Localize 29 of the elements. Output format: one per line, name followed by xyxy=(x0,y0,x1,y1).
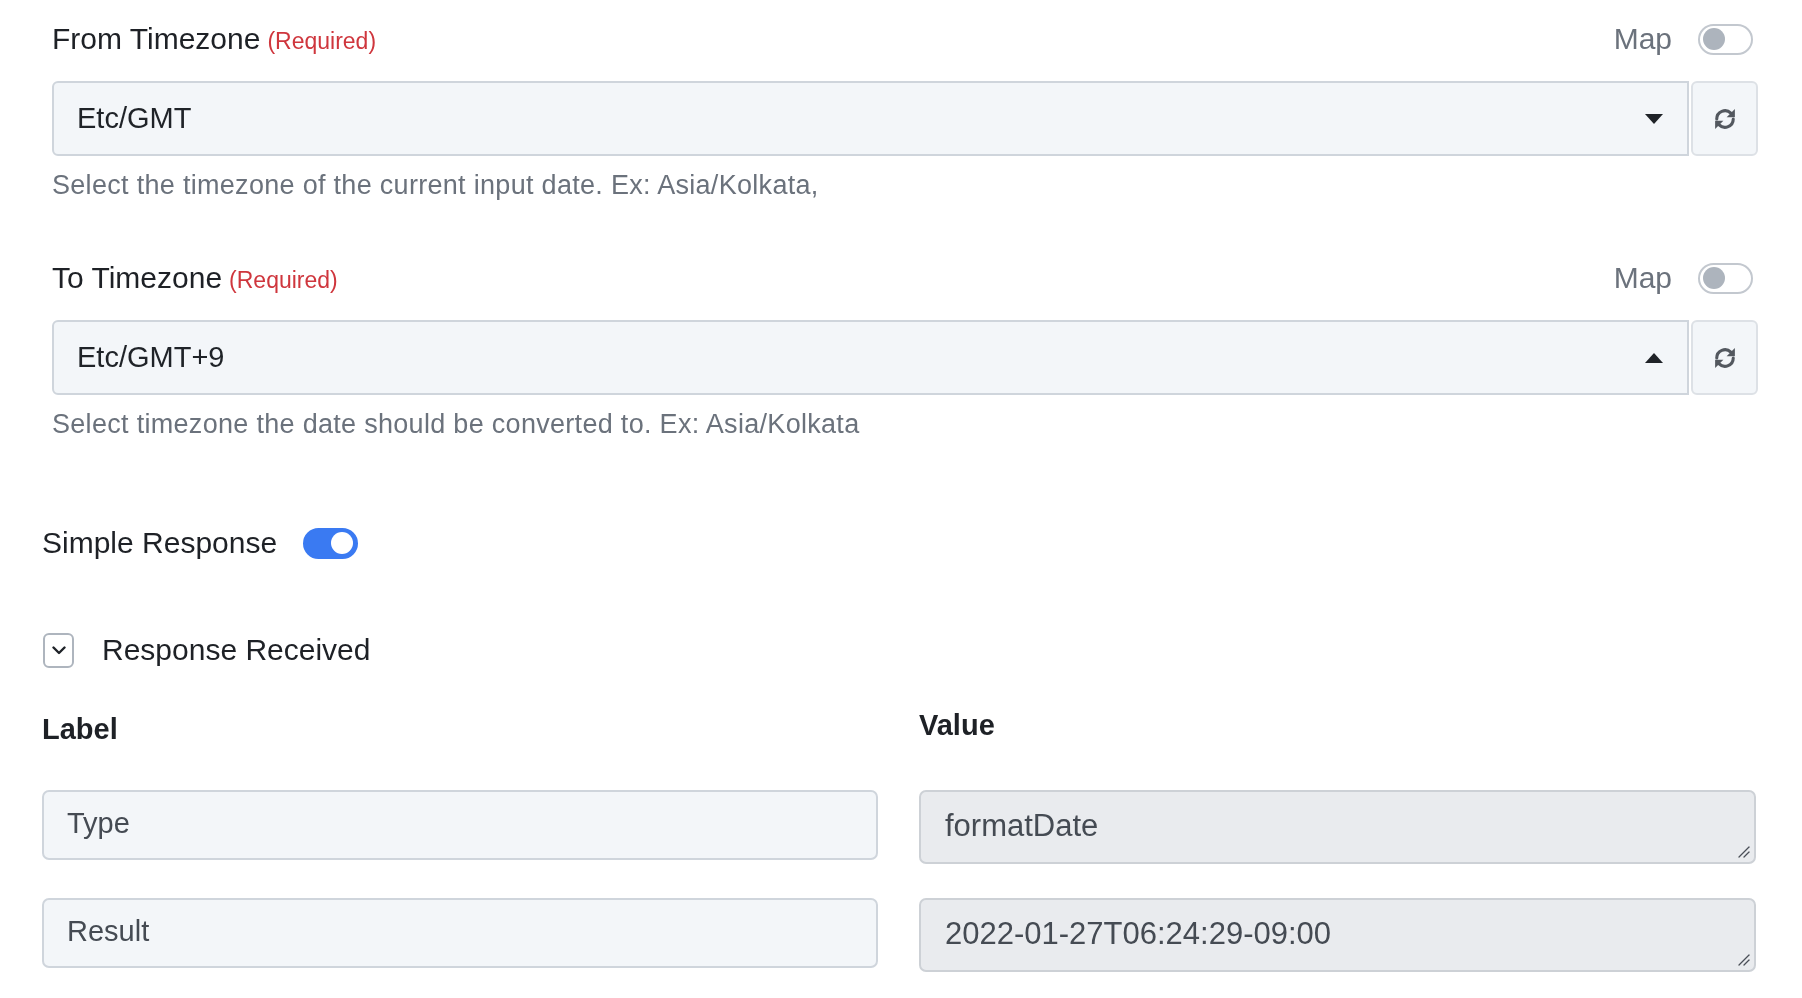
resize-grip-icon xyxy=(1738,954,1750,966)
label-field[interactable]: Type xyxy=(42,790,878,860)
refresh-icon xyxy=(1713,107,1736,130)
collapse-toggle[interactable] xyxy=(43,632,74,668)
map-toggle[interactable] xyxy=(1698,23,1753,55)
simple-response-label: Simple Response xyxy=(42,526,278,560)
section-title: Response Received xyxy=(102,633,371,667)
hint-text: Select the timezone of the current input date. Ex: Asia/Kolkata, xyxy=(52,170,819,200)
refresh-button[interactable] xyxy=(1691,320,1758,395)
column-header: Label xyxy=(42,714,118,744)
required-note: (Required) xyxy=(267,28,377,55)
map-toggle[interactable] xyxy=(1698,262,1753,294)
refresh-button[interactable] xyxy=(1691,81,1758,156)
hint-text: Select timezone the date should be converted to. Ex: Asia/Kolkata xyxy=(52,409,860,439)
timezone-select[interactable]: Etc/GMT+9 xyxy=(52,320,1689,395)
label-field[interactable]: Result xyxy=(42,898,878,968)
resize-grip-icon xyxy=(1738,846,1750,858)
field-label: To Timezone xyxy=(52,261,223,295)
value-field[interactable]: 2022-01-27T06:24:29-09:00 xyxy=(919,898,1756,972)
timezone-select[interactable]: Etc/GMT xyxy=(52,81,1689,156)
map-label: Map xyxy=(1613,261,1672,295)
map-label: Map xyxy=(1613,22,1672,56)
column-header: Value xyxy=(919,710,995,740)
field-label: From Timezone xyxy=(52,22,261,56)
chevron-down-icon xyxy=(51,645,66,655)
required-note: (Required) xyxy=(229,267,338,294)
value-field[interactable]: formatDate xyxy=(919,790,1756,864)
simple-response-toggle[interactable] xyxy=(303,527,359,559)
refresh-icon xyxy=(1713,346,1736,369)
